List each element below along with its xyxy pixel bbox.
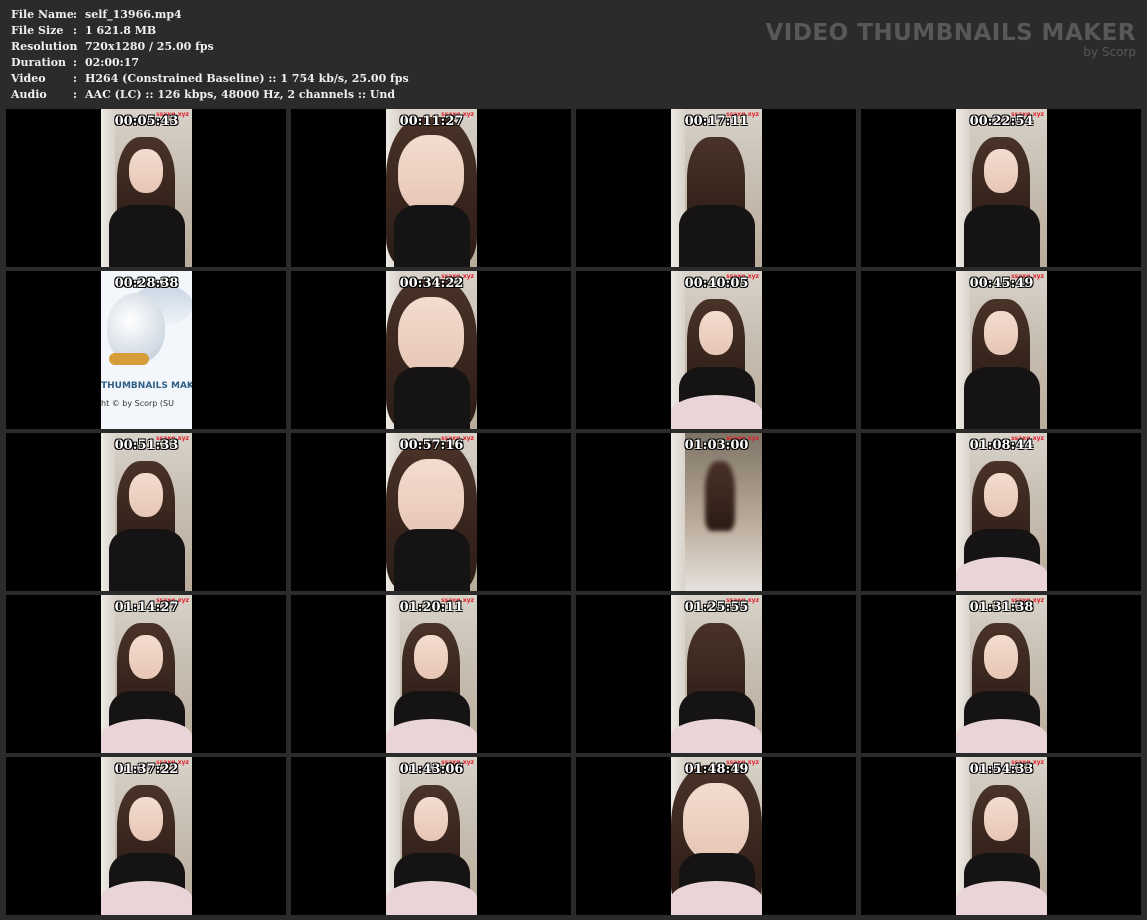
thumbnail-grid: ssaxg.xyz 00:05:43 ssaxg.xyz 00:11:27 ssax… [6, 109, 1141, 915]
file-info: File Name: self_13966.mp4 File Size:1 621… [11, 7, 409, 103]
thumbnail[interactable]: ssaxg.xyz 01:14:27 [6, 595, 286, 753]
thumbnail-timestamp: 00:45:49 [969, 276, 1034, 291]
thumbnail-timestamp: 01:43:06 [399, 762, 464, 777]
info-row-video: Video: H264 (Constrained Baseline) :: 1 7… [11, 72, 409, 85]
info-row-file-size: File Size:1 621.8 MB [11, 24, 157, 37]
thumbnail-timestamp: 00:11:27 [399, 114, 464, 129]
video-frame: ssaxg.xyz 01:03:00 [671, 433, 762, 591]
thumbnail[interactable]: ssaxg.xyz 00:05:43 [6, 109, 286, 267]
video-frame: ssaxg.xyz 01:08:44 [956, 433, 1047, 591]
thumbnail[interactable]: ssaxg.xyz 00:17:11 [576, 109, 856, 267]
video-frame: ssaxg.xyz 01:48:49 [671, 757, 762, 915]
brand-title: VIDEO THUMBNAILS MAKER [765, 20, 1136, 46]
brand-subtitle: by Scorp [1083, 45, 1136, 59]
thumbnail[interactable]: ssaxg.xyz 00:45:49 [861, 271, 1141, 429]
video-frame: ssaxg.xyz 01:54:33 [956, 757, 1047, 915]
thumbnail-timestamp: 00:28:38 [114, 276, 179, 291]
thumbnail[interactable]: ssaxg.xyz 00:11:27 [291, 109, 571, 267]
video-frame: ssaxg.xyz 00:11:27 [386, 109, 477, 267]
thumbnail-timestamp: 00:17:11 [684, 114, 749, 129]
info-row-audio: Audio: AAC (LC) :: 126 kbps, 48000 Hz, 2 … [11, 88, 396, 101]
thumbnail[interactable]: ssaxg.xyz 01:08:44 [861, 433, 1141, 591]
thumbnail-timestamp: 01:08:44 [969, 438, 1034, 453]
info-row-duration: Duration:02:00:17 [11, 56, 140, 69]
thumbnail-timestamp: 00:05:43 [114, 114, 179, 129]
video-frame: ssaxg.xyz 01:20:11 [386, 595, 477, 753]
video-frame: ssaxg.xyz 00:45:49 [956, 271, 1047, 429]
video-frame: ssaxg.xyz 00:05:43 [101, 109, 192, 267]
thumbnail-timestamp: 01:03:00 [684, 438, 749, 453]
thumbnail-timestamp: 00:22:54 [969, 114, 1034, 129]
thumbnail-timestamp: 01:37:22 [114, 762, 179, 777]
thumbnail[interactable]: ssaxg.xyz 01:37:22 [6, 757, 286, 915]
video-frame: THUMBNAILS MAKER 8 ht © by Scorp (SU 00:28… [101, 271, 192, 429]
thumbnail[interactable]: ssaxg.xyz 00:51:33 [6, 433, 286, 591]
video-frame: ssaxg.xyz 00:22:54 [956, 109, 1047, 267]
video-frame: ssaxg.xyz 01:37:22 [101, 757, 192, 915]
thumbnail[interactable]: ssaxg.xyz 00:22:54 [861, 109, 1141, 267]
video-frame: ssaxg.xyz 01:43:06 [386, 757, 477, 915]
thumbnail-timestamp: 01:31:38 [969, 600, 1034, 615]
thumbnail-timestamp: 00:40:05 [684, 276, 749, 291]
thumbnail-timestamp: 01:48:49 [684, 762, 749, 777]
thumbnail[interactable]: ssaxg.xyz 01:54:33 [861, 757, 1141, 915]
video-frame: ssaxg.xyz 00:17:11 [671, 109, 762, 267]
header: File Name: self_13966.mp4 File Size:1 621… [0, 0, 1147, 108]
thumbnail[interactable]: ssaxg.xyz 01:03:00 [576, 433, 856, 591]
thumbnail-timestamp: 01:14:27 [114, 600, 179, 615]
thumbnail-timestamp: 00:57:16 [399, 438, 464, 453]
thumbnail[interactable]: ssaxg.xyz 00:40:05 [576, 271, 856, 429]
video-frame: ssaxg.xyz 00:40:05 [671, 271, 762, 429]
thumbnail-timestamp: 01:54:33 [969, 762, 1034, 777]
thumbnail[interactable]: ssaxg.xyz 01:25:55 [576, 595, 856, 753]
video-frame: ssaxg.xyz 01:14:27 [101, 595, 192, 753]
thumbnail[interactable]: ssaxg.xyz 01:43:06 [291, 757, 571, 915]
logo-copyright: ht © by Scorp (SU [101, 399, 174, 408]
logo-text: THUMBNAILS MAKER 8 [101, 381, 192, 391]
thumbnail[interactable]: ssaxg.xyz 01:20:11 [291, 595, 571, 753]
video-frame: ssaxg.xyz 00:34:22 [386, 271, 477, 429]
thumbnail[interactable]: ssaxg.xyz 01:31:38 [861, 595, 1141, 753]
thumbnail-timestamp: 01:20:11 [399, 600, 464, 615]
thumbnail[interactable]: ssaxg.xyz 00:57:16 [291, 433, 571, 591]
thumbnail[interactable]: THUMBNAILS MAKER 8 ht © by Scorp (SU 00:28… [6, 271, 286, 429]
thumbnail-timestamp: 00:51:33 [114, 438, 179, 453]
info-row-resolution: Resolution:720x1280 / 25.00 fps [11, 40, 214, 53]
brand-watermark: VIDEO THUMBNAILS MAKER by Scorp [765, 20, 1136, 58]
info-row-file-name: File Name: self_13966.mp4 [11, 8, 182, 21]
thumbnail[interactable]: ssaxg.xyz 01:48:49 [576, 757, 856, 915]
video-frame: ssaxg.xyz 00:51:33 [101, 433, 192, 591]
video-frame: ssaxg.xyz 01:31:38 [956, 595, 1047, 753]
thumbnail[interactable]: ssaxg.xyz 00:34:22 [291, 271, 571, 429]
thumbnail-timestamp: 01:25:55 [684, 600, 749, 615]
video-frame: ssaxg.xyz 00:57:16 [386, 433, 477, 591]
video-frame: ssaxg.xyz 01:25:55 [671, 595, 762, 753]
thumbnail-timestamp: 00:34:22 [399, 276, 464, 291]
